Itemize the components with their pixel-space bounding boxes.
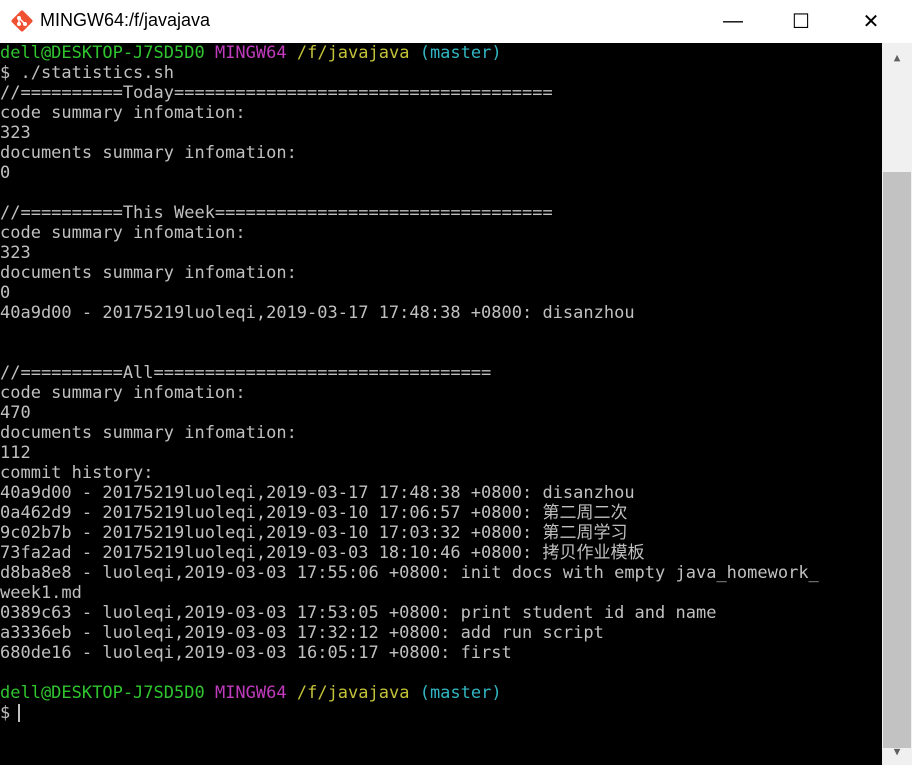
command-line: $ ./statistics.sh [0,63,174,83]
scroll-up-button[interactable]: ▲ [882,43,912,71]
output-line: code summary infomation: [0,103,246,123]
minimize-button[interactable]: — [710,0,756,43]
output-line: 73fa2ad - 20175219luoleqi,2019-03-03 18:… [0,543,645,563]
output-line: 0 [0,163,11,183]
arrow-down-icon: ▼ [893,744,901,758]
output-line: 323 [0,243,31,263]
output-line: 323 [0,123,31,143]
prompt-branch: (master) [419,43,502,63]
output-line: 470 [0,403,31,423]
prompt-path: /f/javajava [296,43,410,63]
prompt-line: dell@DESKTOP-J7SD5D0 MINGW64 /f/javajava… [0,43,502,63]
output-line: documents summary infomation: [0,143,297,163]
window-title: MINGW64:/f/javajava [40,10,211,30]
prompt-branch: (master) [419,683,502,703]
close-icon: ✕ [862,11,880,33]
title-bar[interactable]: MINGW64:/f/javajava — ☐ ✕ [0,0,912,43]
output-line: //==========This Week===================… [0,203,553,223]
prompt-host: MINGW64 [214,43,287,63]
output-line: a3336eb - luoleqi,2019-03-03 17:32:12 +0… [0,623,604,643]
output-line: documents summary infomation: [0,263,297,283]
scroll-down-button[interactable]: ▼ [882,737,912,765]
maximize-button[interactable]: ☐ [778,0,824,43]
output-line: week1.md [0,583,82,603]
output-line: documents summary infomation: [0,423,297,443]
output-line: 40a9d00 - 20175219luoleqi,2019-03-17 17:… [0,303,635,323]
prompt-host: MINGW64 [214,683,287,703]
output-line: 680de16 - luoleqi,2019-03-03 16:05:17 +0… [0,643,512,663]
output-line: //==========Today=======================… [0,83,553,103]
git-bash-icon [11,10,33,32]
prompt-line: dell@DESKTOP-J7SD5D0 MINGW64 /f/javajava… [0,683,502,703]
vertical-scrollbar[interactable]: ▲ ▼ [882,43,912,765]
close-button[interactable]: ✕ [848,0,894,43]
prompt-user: dell@DESKTOP-J7SD5D0 [0,43,205,63]
output-line: code summary infomation: [0,223,246,243]
output-line: 0389c63 - luoleqi,2019-03-03 17:53:05 +0… [0,603,717,623]
output-line: 40a9d00 - 20175219luoleqi,2019-03-17 17:… [0,483,635,503]
prompt-symbol: $ [0,703,11,723]
output-line: code summary infomation: [0,383,246,403]
output-line: 9c02b7b - 20175219luoleqi,2019-03-10 17:… [0,523,628,543]
prompt-user: dell@DESKTOP-J7SD5D0 [0,683,205,703]
terminal-output[interactable]: dell@DESKTOP-J7SD5D0 MINGW64 /f/javajava… [0,43,882,765]
output-line: commit history: [0,463,154,483]
output-line: 0 [0,283,11,303]
scroll-thumb[interactable] [883,172,911,748]
prompt-path: /f/javajava [296,683,410,703]
output-line: //==========All=========================… [0,363,492,383]
arrow-up-icon: ▲ [893,50,901,64]
input-line[interactable]: $ [0,703,21,723]
text-cursor [18,704,21,722]
minimize-icon: — [723,10,743,32]
output-line: 112 [0,443,31,463]
output-line: 0a462d9 - 20175219luoleqi,2019-03-10 17:… [0,503,628,523]
maximize-icon: ☐ [792,11,810,33]
output-line: d8ba8e8 - luoleqi,2019-03-03 17:55:06 +0… [0,563,819,583]
